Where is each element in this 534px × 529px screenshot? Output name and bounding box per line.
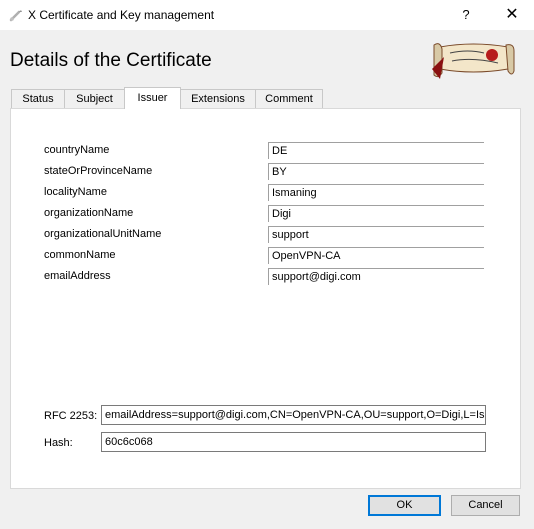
close-button[interactable]: ✕ <box>498 3 526 27</box>
field-label-stateorprovincename: stateOrProvinceName <box>44 165 153 177</box>
tab-status[interactable]: Status <box>11 89 65 108</box>
rfc2253-label: RFC 2253: <box>44 410 98 422</box>
field-value-emailaddress[interactable]: support@digi.com <box>268 268 484 285</box>
tab-extensions[interactable]: Extensions <box>180 89 256 108</box>
field-label-localityname: localityName <box>44 186 107 198</box>
tab-comment[interactable]: Comment <box>255 89 323 108</box>
tab-subject[interactable]: Subject <box>64 89 125 108</box>
field-label-organizationalunitname: organizationalUnitName <box>44 228 162 240</box>
ok-button[interactable]: OK <box>368 495 441 516</box>
hash-label: Hash: <box>44 437 73 449</box>
field-value-organizationname[interactable]: Digi <box>268 205 484 222</box>
field-label-countryname: countryName <box>44 144 110 156</box>
field-value-stateorprovincename[interactable]: BY <box>268 163 484 180</box>
page-title: Details of the Certificate <box>10 50 212 71</box>
field-value-commonname[interactable]: OpenVPN-CA <box>268 247 484 264</box>
field-label-organizationname: organizationName <box>44 207 134 219</box>
field-value-countryname[interactable]: DE <box>268 142 484 159</box>
scroll-logo-icon <box>432 43 515 79</box>
title-bar: X Certificate and Key management ? ✕ <box>0 0 534 30</box>
window-title: X Certificate and Key management <box>28 8 215 22</box>
hash-field[interactable]: 60c6c068 <box>101 432 486 452</box>
tab-issuer[interactable]: Issuer <box>124 87 181 109</box>
certificate-app-icon <box>9 10 22 22</box>
field-value-organizationalunitname[interactable]: support <box>268 226 484 243</box>
field-label-commonname: commonName <box>44 249 116 261</box>
cancel-button[interactable]: Cancel <box>451 495 520 516</box>
help-button[interactable]: ? <box>452 3 480 27</box>
field-label-emailaddress: emailAddress <box>44 270 111 282</box>
rfc2253-field[interactable]: emailAddress=support@digi.com,CN=OpenVPN… <box>101 405 486 425</box>
field-value-localityname[interactable]: Ismaning <box>268 184 484 201</box>
